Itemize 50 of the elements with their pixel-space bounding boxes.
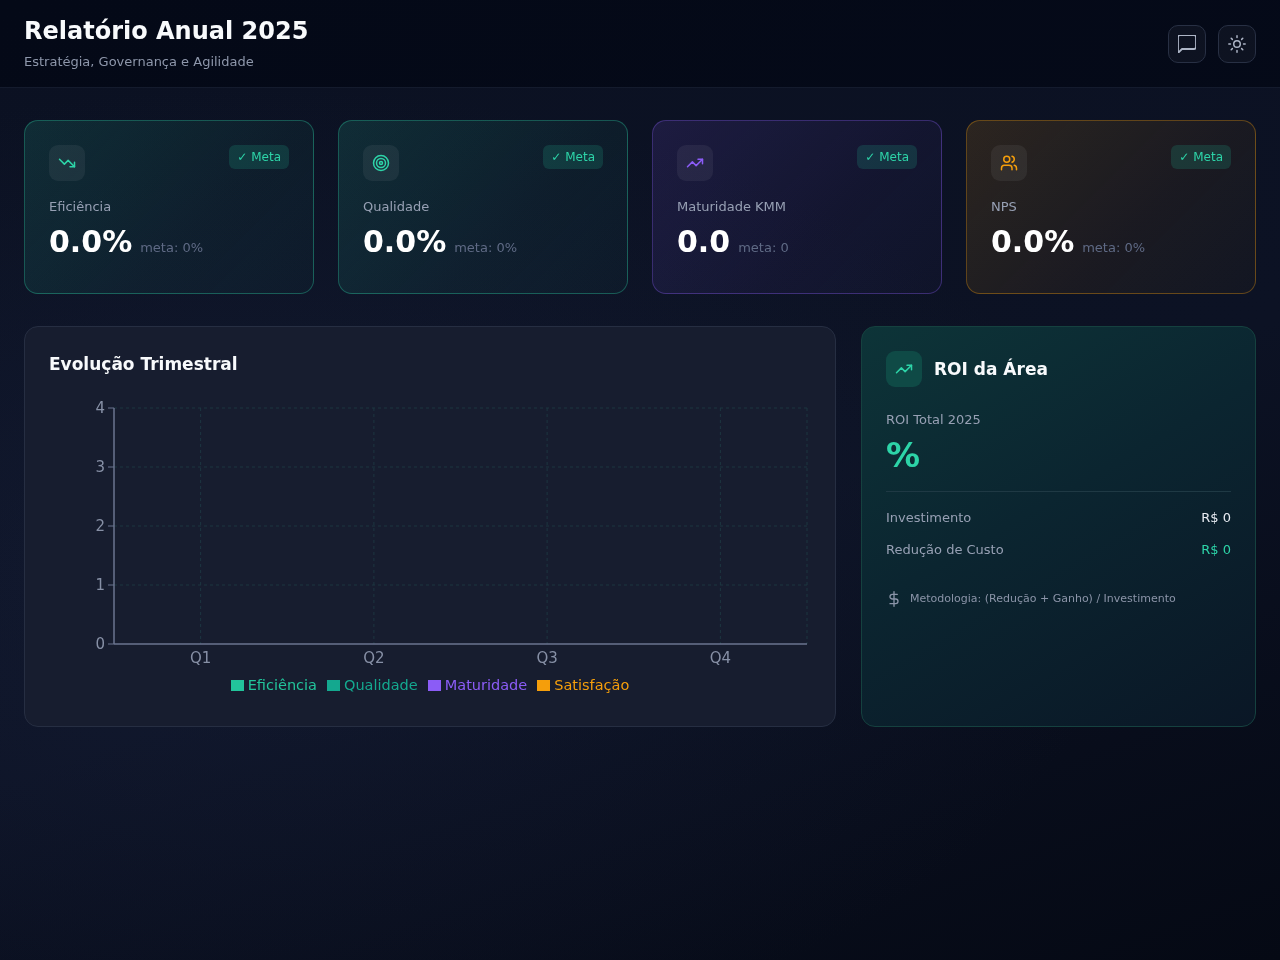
kpi-label: Eficiência (49, 199, 113, 215)
kpi-value: 0.0% (991, 224, 1075, 260)
x-axis-label: Q3 (536, 648, 558, 667)
kpi-target: meta: 0% (1082, 240, 1146, 255)
y-axis-label: 1 (95, 575, 105, 594)
chat-bubble-icon (1178, 35, 1196, 53)
trending-up-icon (886, 351, 922, 387)
goal-badge: ✓ Meta (857, 145, 917, 169)
roi-row-value: R$ 0 (1201, 509, 1231, 527)
kpi-target: meta: 0% (454, 240, 518, 255)
goal-badge: ✓ Meta (1171, 145, 1231, 169)
y-axis-label: 2 (95, 516, 105, 535)
roi-title: ROI da Área (934, 358, 1048, 380)
kpi-label: NPS (991, 199, 1018, 215)
kpi-target: meta: 0% (140, 240, 204, 255)
x-axis-label: Q2 (363, 648, 385, 667)
roi-row-label: Investimento (886, 509, 972, 527)
x-axis-label: Q1 (189, 648, 212, 667)
trending-up-icon (677, 145, 713, 181)
kpi-label: Qualidade (363, 199, 431, 215)
goal-badge: ✓ Meta (543, 145, 603, 169)
roi-total-label: ROI Total 2025 (886, 412, 982, 428)
roi-total-value: % (886, 435, 922, 475)
kpi-value: 0.0% (363, 224, 447, 260)
roi-row-label: Redução de Custo (886, 541, 1004, 559)
legend-label: Qualidade (344, 676, 418, 695)
methodology-note: Metodologia: (Redução + Ganho) / Investimento (910, 591, 1176, 607)
theme-button[interactable] (1218, 25, 1256, 63)
y-axis-label: 0 (95, 634, 105, 653)
y-axis-label: 3 (95, 457, 105, 476)
goal-badge: ✓ Meta (229, 145, 289, 169)
x-axis-label: Q4 (709, 648, 732, 667)
kpi-value: 0.0 (677, 224, 731, 260)
page-title: Relatório Anual 2025 (24, 17, 309, 45)
kpi-target: meta: 0 (738, 240, 789, 255)
y-axis-label: 4 (95, 399, 105, 417)
kpi-value: 0.0% (49, 224, 133, 260)
kpi-label: Maturidade KMM (677, 199, 788, 215)
chart-title: Evolução Trimestral (49, 353, 239, 375)
dollar-sign-icon (888, 591, 900, 607)
roi-row-value: R$ 0 (1201, 541, 1231, 559)
sun-icon (1228, 35, 1246, 53)
page-subtitle: Estratégia, Governança e Agilidade (24, 53, 255, 71)
target-icon (363, 145, 399, 181)
legend-label: Maturidade (444, 676, 528, 695)
trending-down-icon (49, 145, 85, 181)
legend-label: Eficiência (247, 676, 317, 695)
chat-button[interactable] (1168, 25, 1206, 63)
users-icon (991, 145, 1027, 181)
legend-label: Satisfação (554, 676, 630, 695)
